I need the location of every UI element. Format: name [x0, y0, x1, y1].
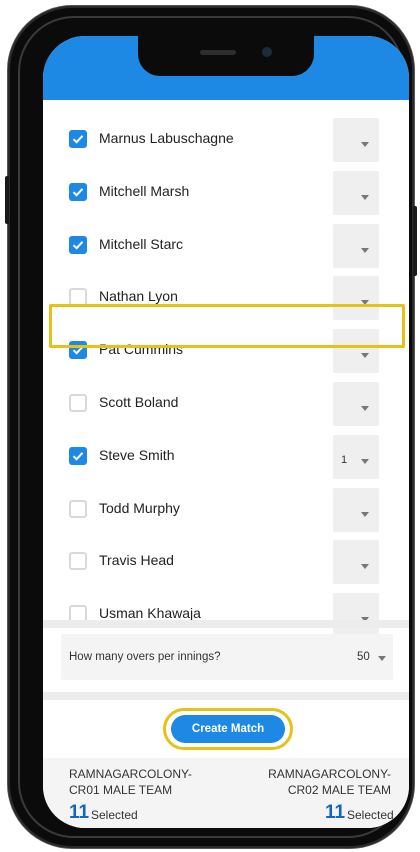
player-checkbox[interactable] [69, 182, 87, 201]
chevron-down-icon [361, 247, 369, 253]
player-name: Travis Head [99, 552, 174, 569]
phone-frame: Marnus Labuschagne Mitchell Marsh Mitchell… [5, 6, 417, 848]
chevron-down-icon [361, 142, 369, 147]
batting-order-select[interactable] [333, 118, 379, 162]
player-checkbox[interactable] [69, 499, 87, 518]
check-icon [72, 187, 84, 197]
chevron-down-icon [378, 656, 386, 661]
notch [138, 36, 314, 76]
app-screen: Marnus Labuschagne Mitchell Marsh Mitchell… [43, 36, 409, 828]
player-list: Marnus Labuschagne Mitchell Marsh Mitchell… [43, 100, 409, 638]
team-right-selected: Selected [347, 808, 394, 822]
check-icon [72, 240, 84, 250]
batting-order-select[interactable] [333, 223, 379, 268]
batting-order-select[interactable]: 1 [333, 434, 379, 479]
team-right-line2: CR02 MALE TEAM [287, 783, 391, 797]
player-name: Todd Murphy [99, 499, 180, 516]
create-match-button[interactable]: Create Match [171, 715, 285, 743]
player-checkbox[interactable] [69, 235, 87, 254]
batting-order-select[interactable] [333, 276, 379, 321]
team-left-line2: CR01 MALE TEAM [69, 783, 173, 797]
chevron-down-icon [361, 353, 369, 359]
chevron-down-icon [361, 406, 369, 411]
player-name: Mitchell Marsh [99, 182, 190, 199]
volume-button [5, 176, 9, 224]
batting-order-select[interactable] [333, 329, 379, 374]
team-left-selected: Selected [91, 808, 138, 822]
overs-select[interactable]: How many overs per innings? 50 [61, 634, 393, 680]
batting-order-select[interactable] [333, 540, 379, 585]
chevron-down-icon [361, 564, 369, 570]
team-left-line1: RAMNAGARCOLONY- [69, 767, 192, 781]
player-name: Usman Khawaja [99, 605, 201, 622]
overs-value: 50 [357, 651, 370, 663]
player-name: Steve Smith [99, 446, 175, 463]
power-button [413, 206, 417, 276]
player-checkbox[interactable] [69, 130, 87, 148]
check-icon [72, 451, 84, 461]
batting-order-select[interactable] [333, 382, 379, 426]
section-divider [43, 620, 409, 628]
player-checkbox[interactable] [69, 288, 87, 307]
team-right-name: RAMNAGARCOLONY- CR02 MALE TEAM [268, 766, 391, 798]
player-checkbox[interactable] [69, 552, 87, 571]
team-right-line1: RAMNAGARCOLONY- [268, 767, 391, 781]
player-name: Pat Cummins [99, 341, 184, 358]
check-icon [72, 135, 84, 144]
player-checkbox[interactable] [69, 341, 87, 360]
team-right-count: 11 [325, 802, 346, 823]
chevron-down-icon [361, 458, 369, 464]
team-left-name: RAMNAGARCOLONY- CR01 MALE TEAM [69, 766, 192, 798]
player-name: Marnus Labuschagne [99, 130, 234, 146]
player-checkbox[interactable] [69, 446, 87, 465]
player-checkbox[interactable] [69, 394, 87, 412]
speaker-icon [200, 50, 236, 55]
chevron-down-icon [361, 194, 369, 200]
chevron-down-icon [361, 511, 369, 517]
player-name: Scott Boland [99, 394, 179, 410]
camera-icon [262, 47, 272, 57]
batting-order-select[interactable] [333, 593, 379, 638]
check-icon [72, 346, 84, 355]
player-name: Mitchell Starc [99, 235, 184, 252]
overs-label: How many overs per innings? [69, 651, 221, 663]
batting-order-select[interactable] [333, 487, 379, 532]
chevron-down-icon [361, 300, 369, 306]
batting-order-value: 1 [341, 453, 348, 466]
team-left-count: 11 [69, 802, 90, 823]
batting-order-select[interactable] [333, 170, 379, 215]
teams-footer: RAMNAGARCOLONY- CR01 MALE TEAM 11 Select… [43, 758, 409, 828]
player-name: Nathan Lyon [99, 288, 178, 305]
section-divider [43, 692, 409, 700]
